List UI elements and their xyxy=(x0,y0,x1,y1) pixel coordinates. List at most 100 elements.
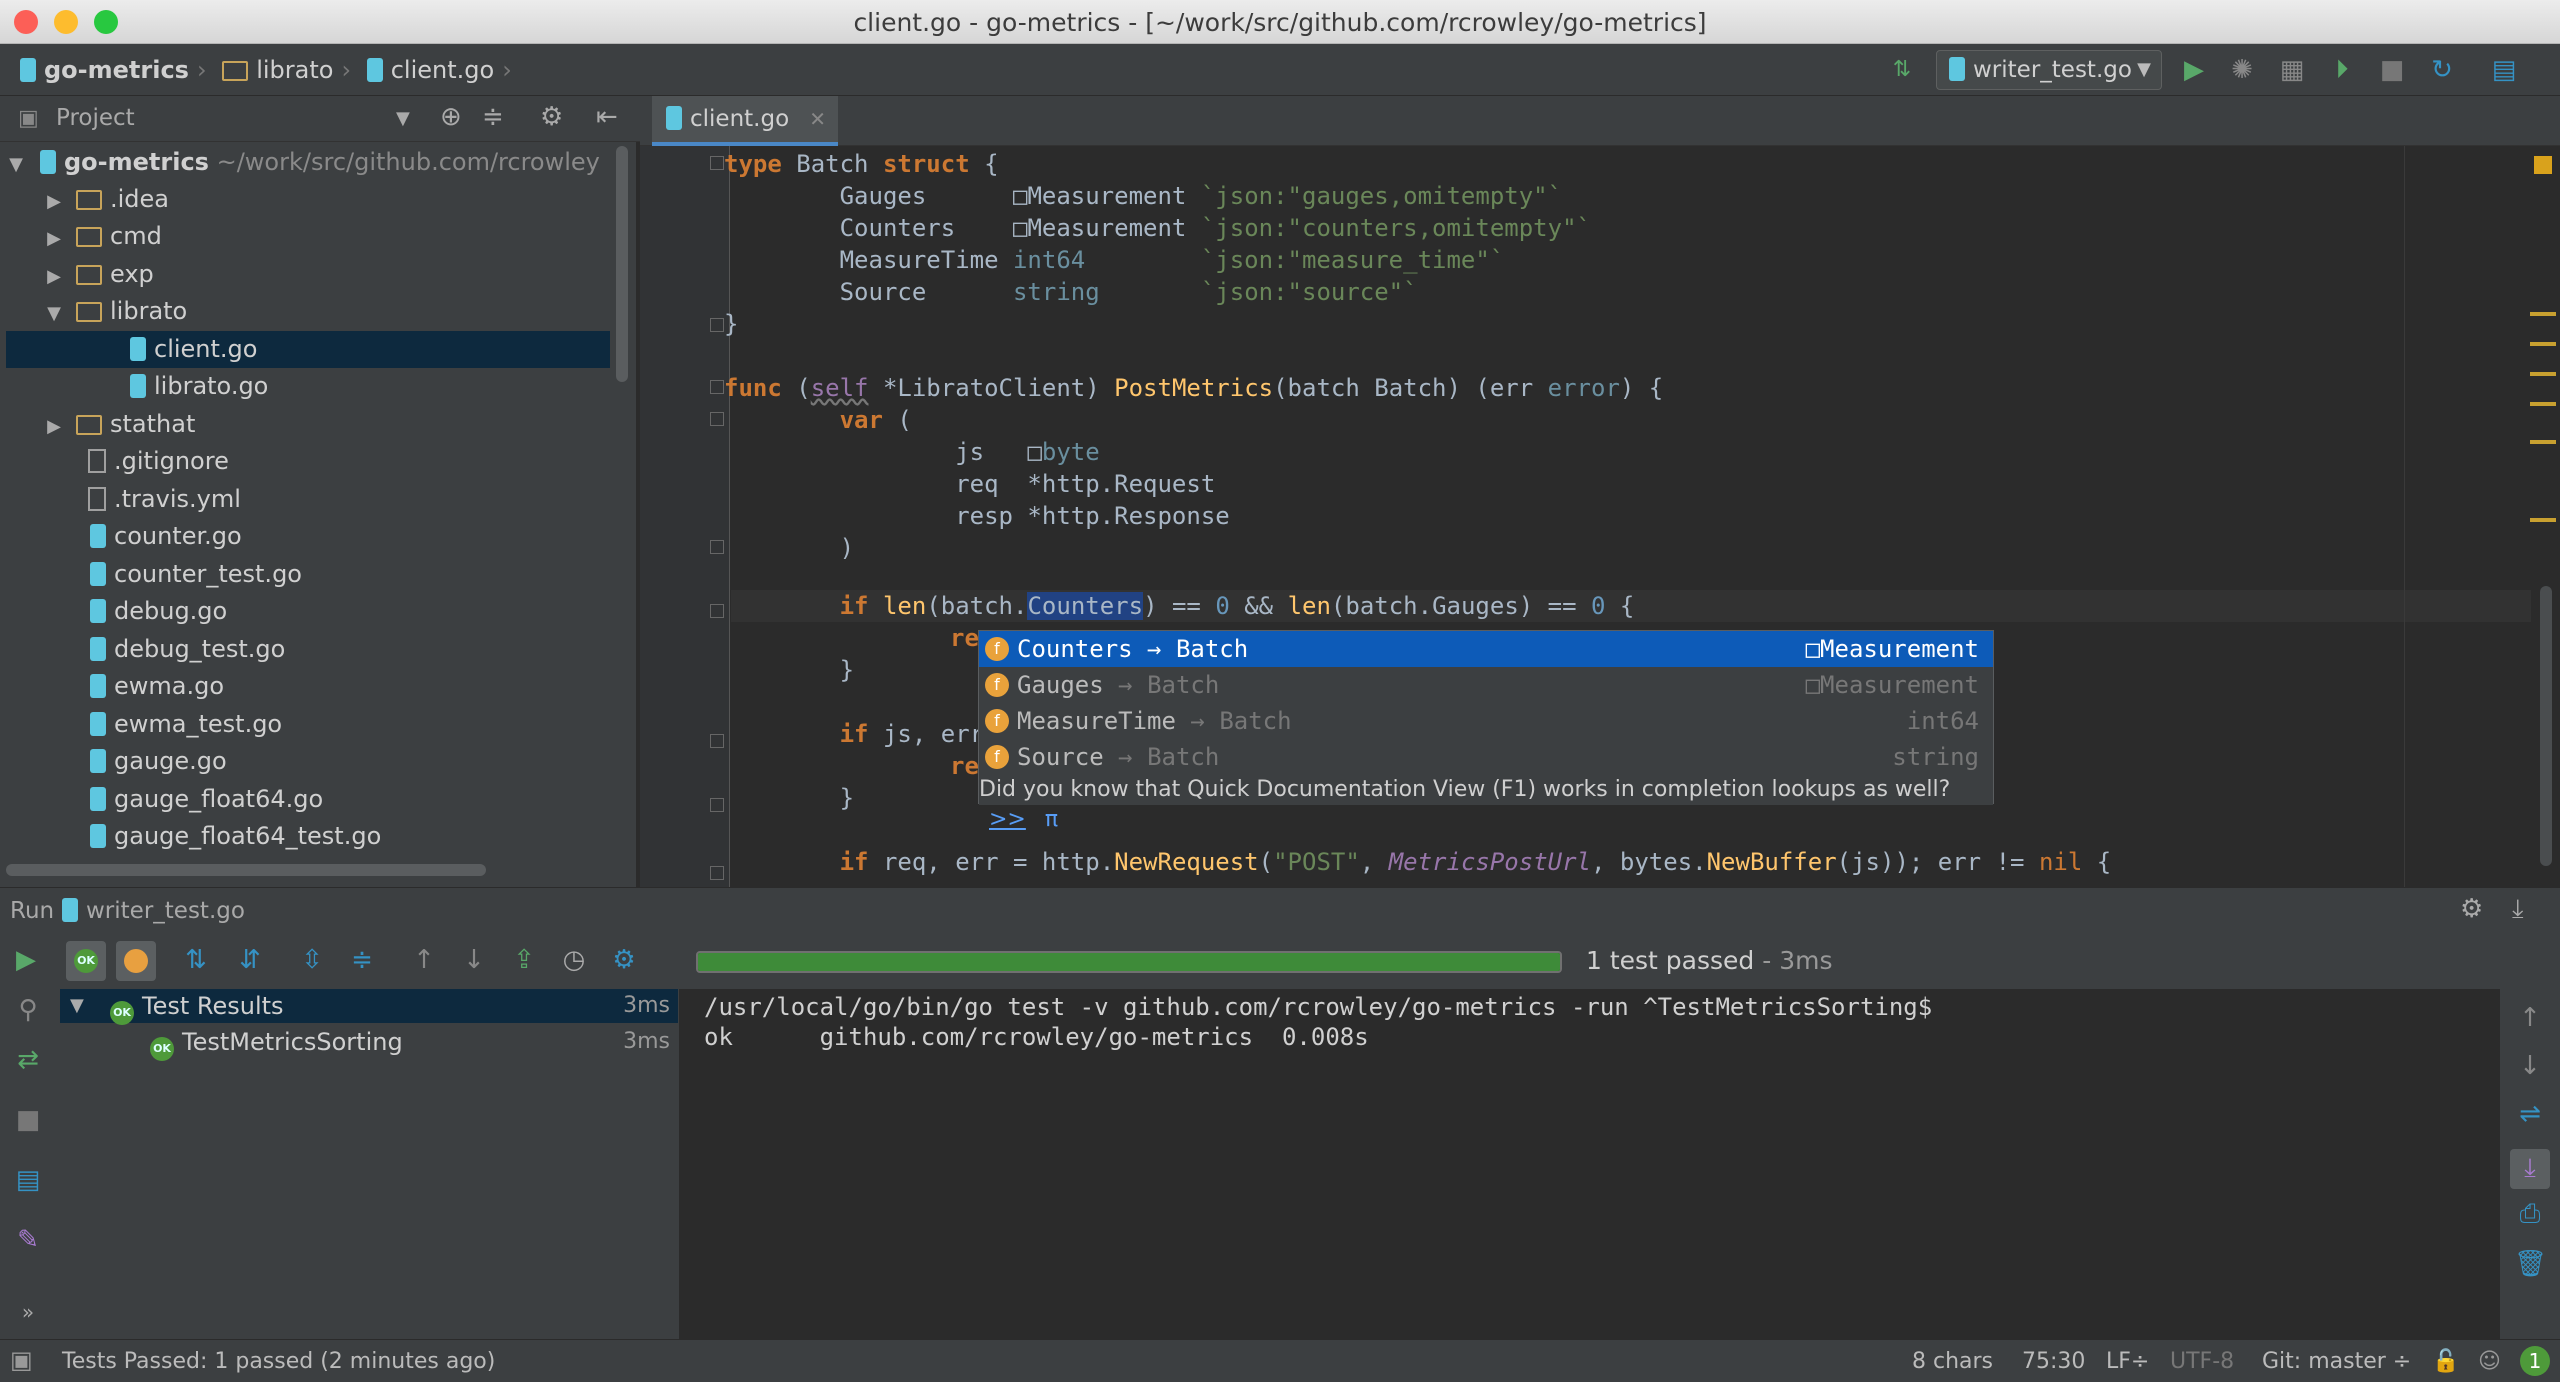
previous-failed-icon[interactable]: ↑ xyxy=(408,945,440,975)
fold-marker-icon[interactable] xyxy=(710,412,724,426)
restore-layout-icon[interactable]: ⇄ xyxy=(12,1045,44,1075)
fold-marker-icon[interactable] xyxy=(710,318,724,332)
error-stripe-marker[interactable] xyxy=(2530,312,2556,316)
fold-marker-icon[interactable] xyxy=(710,540,724,554)
expand-arrow-icon[interactable]: ▼ xyxy=(42,295,66,332)
stop-icon[interactable]: ■ xyxy=(2378,56,2406,84)
run-icon[interactable]: ▶ xyxy=(2180,56,2208,84)
tree-item[interactable]: counter_test.go xyxy=(0,556,620,593)
status-message[interactable]: Tests Passed: 1 passed (2 minutes ago) xyxy=(62,1349,495,1374)
tree-item[interactable]: ▶ stathat xyxy=(0,406,620,443)
tree-item[interactable]: ewma.go xyxy=(0,668,620,705)
editor-scrollbar[interactable] xyxy=(2540,586,2552,866)
breadcrumb-project[interactable]: go-metrics xyxy=(20,56,189,84)
tree-item[interactable]: .travis.yml xyxy=(0,481,620,518)
test-row-selected[interactable]: ▼ OK Test Results 3ms xyxy=(60,989,678,1025)
breadcrumb-folder[interactable]: librato xyxy=(222,56,333,84)
close-tab-icon[interactable]: ✕ xyxy=(809,96,826,142)
tree-item[interactable]: gauge_float64_test.go xyxy=(0,818,620,855)
error-stripe-marker[interactable] xyxy=(2530,342,2556,346)
code-completion-popup[interactable]: f Counters → Batch □Measurement f Gauges… xyxy=(978,630,1994,832)
chevron-down-icon[interactable]: ▼ xyxy=(396,108,410,129)
git-branch[interactable]: Git: master ÷ xyxy=(2262,1349,2411,1374)
locate-icon[interactable]: ⊕ xyxy=(440,102,462,132)
horizontal-scrollbar[interactable] xyxy=(6,864,486,876)
run-config-tab[interactable]: writer_test.go xyxy=(62,898,245,924)
tree-item[interactable]: gauge_float64.go xyxy=(0,781,620,818)
tree-item[interactable]: ▶ .idea xyxy=(0,181,620,218)
error-stripe-marker[interactable] xyxy=(2530,518,2556,522)
vertical-scrollbar[interactable] xyxy=(616,146,628,382)
inspection-status-icon[interactable] xyxy=(2534,156,2552,174)
tree-item[interactable]: ▶ exp xyxy=(0,256,620,293)
tree-item[interactable]: librato.go xyxy=(0,368,620,405)
line-separator[interactable]: LF÷ xyxy=(2106,1349,2149,1374)
rerun-icon[interactable]: ▶ xyxy=(10,945,42,975)
export-icon[interactable]: ⇪ xyxy=(508,945,540,975)
sort-icon[interactable]: ⇅ xyxy=(1888,56,1916,84)
trash-icon[interactable]: 🗑 xyxy=(2514,1249,2547,1279)
test-row[interactable]: OK TestMetricsSorting 3ms xyxy=(60,1025,678,1061)
hide-panel-icon[interactable]: ⇤ xyxy=(596,102,618,132)
fold-marker-icon[interactable] xyxy=(710,604,724,618)
pin-icon[interactable]: ⚲ xyxy=(12,995,44,1025)
lock-icon[interactable]: 🔓 xyxy=(2432,1349,2459,1374)
breadcrumb-file[interactable]: client.go xyxy=(366,56,494,84)
tool-window-toggle-icon[interactable]: ▣ xyxy=(10,1346,33,1374)
gear-icon[interactable]: ⚙ xyxy=(2460,894,2483,924)
next-failed-icon[interactable]: ↓ xyxy=(458,945,490,975)
fold-marker-icon[interactable] xyxy=(710,156,724,170)
project-panel-title[interactable]: Project xyxy=(56,105,135,131)
collapse-all-icon[interactable]: ≑ xyxy=(346,945,378,975)
history-icon[interactable]: ◷ xyxy=(558,945,590,975)
completion-item[interactable]: f Source → Batch string xyxy=(979,739,1993,775)
error-stripe-marker[interactable] xyxy=(2530,402,2556,406)
pi-icon[interactable]: π xyxy=(1045,807,1058,832)
tree-item[interactable]: debug.go xyxy=(0,593,620,630)
tree-item[interactable]: ▼ librato xyxy=(0,293,620,330)
tree-item[interactable]: ewma_test.go xyxy=(0,706,620,743)
expand-all-icon[interactable]: ⇳ xyxy=(296,945,328,975)
tip-more-link[interactable]: >> xyxy=(989,807,1026,832)
completion-item-selected[interactable]: f Counters → Batch □Measurement xyxy=(979,631,1993,667)
expand-arrow-icon[interactable]: ▶ xyxy=(42,258,66,295)
down-icon[interactable]: ↓ xyxy=(2514,1051,2546,1081)
gear-icon[interactable]: ⚙ xyxy=(540,102,563,132)
tree-item[interactable]: .gitignore xyxy=(0,443,620,480)
completion-item[interactable]: f Gauges → Batch □Measurement xyxy=(979,667,1993,703)
inspector-icon[interactable]: ☺ xyxy=(2478,1349,2501,1374)
project-structure-icon[interactable]: ▤ xyxy=(2490,56,2518,84)
up-icon[interactable]: ↑ xyxy=(2514,1003,2546,1033)
tree-item[interactable]: debug_test.go xyxy=(0,631,620,668)
completion-item[interactable]: f MeasureTime → Batch int64 xyxy=(979,703,1993,739)
coverage-icon[interactable]: ▦ xyxy=(2278,56,2306,84)
stop-icon[interactable]: ■ xyxy=(12,1105,44,1135)
pin-tab-icon[interactable]: ✎ xyxy=(12,1225,44,1255)
expand-arrow-icon[interactable]: ▶ xyxy=(42,220,66,257)
tree-item[interactable]: ▶ cmd xyxy=(0,218,620,255)
show-ignored-button[interactable] xyxy=(116,941,156,981)
run-console[interactable]: /usr/local/go/bin/go test -v github.com/… xyxy=(680,989,2500,1339)
fold-marker-icon[interactable] xyxy=(710,798,724,812)
rerun-icon[interactable]: ↻ xyxy=(2428,56,2456,84)
fold-marker-icon[interactable] xyxy=(710,380,724,394)
fold-marker-icon[interactable] xyxy=(710,866,724,880)
sort-alphabetically-icon[interactable]: ⇅ xyxy=(180,945,212,975)
collapse-all-icon[interactable]: ≑ xyxy=(482,102,504,132)
tree-item[interactable]: counter.go xyxy=(0,518,620,555)
expand-arrow-icon[interactable]: ▼ xyxy=(4,146,28,183)
file-encoding[interactable]: UTF-8 xyxy=(2170,1349,2234,1374)
tree-item[interactable]: gauge.go xyxy=(0,743,620,780)
tab-client-go[interactable]: client.go ✕ xyxy=(652,96,838,146)
show-passed-button[interactable]: OK xyxy=(66,941,106,981)
run-configuration-selector[interactable]: writer_test.go ▼ xyxy=(1936,50,2162,90)
layout-icon[interactable]: ▤ xyxy=(12,1165,44,1195)
expand-arrow-icon[interactable]: ▼ xyxy=(70,991,84,1021)
print-icon[interactable]: ⎙ xyxy=(2514,1199,2546,1229)
expand-arrow-icon[interactable]: ▶ xyxy=(42,408,66,445)
debug-icon[interactable]: ✺ xyxy=(2228,56,2256,84)
expand-arrow-icon[interactable]: ▶ xyxy=(42,183,66,220)
more-icon[interactable]: » xyxy=(12,1297,44,1327)
scroll-to-end-button[interactable]: ⤓ xyxy=(2510,1149,2550,1189)
sort-duration-icon[interactable]: ⇵ xyxy=(234,945,266,975)
